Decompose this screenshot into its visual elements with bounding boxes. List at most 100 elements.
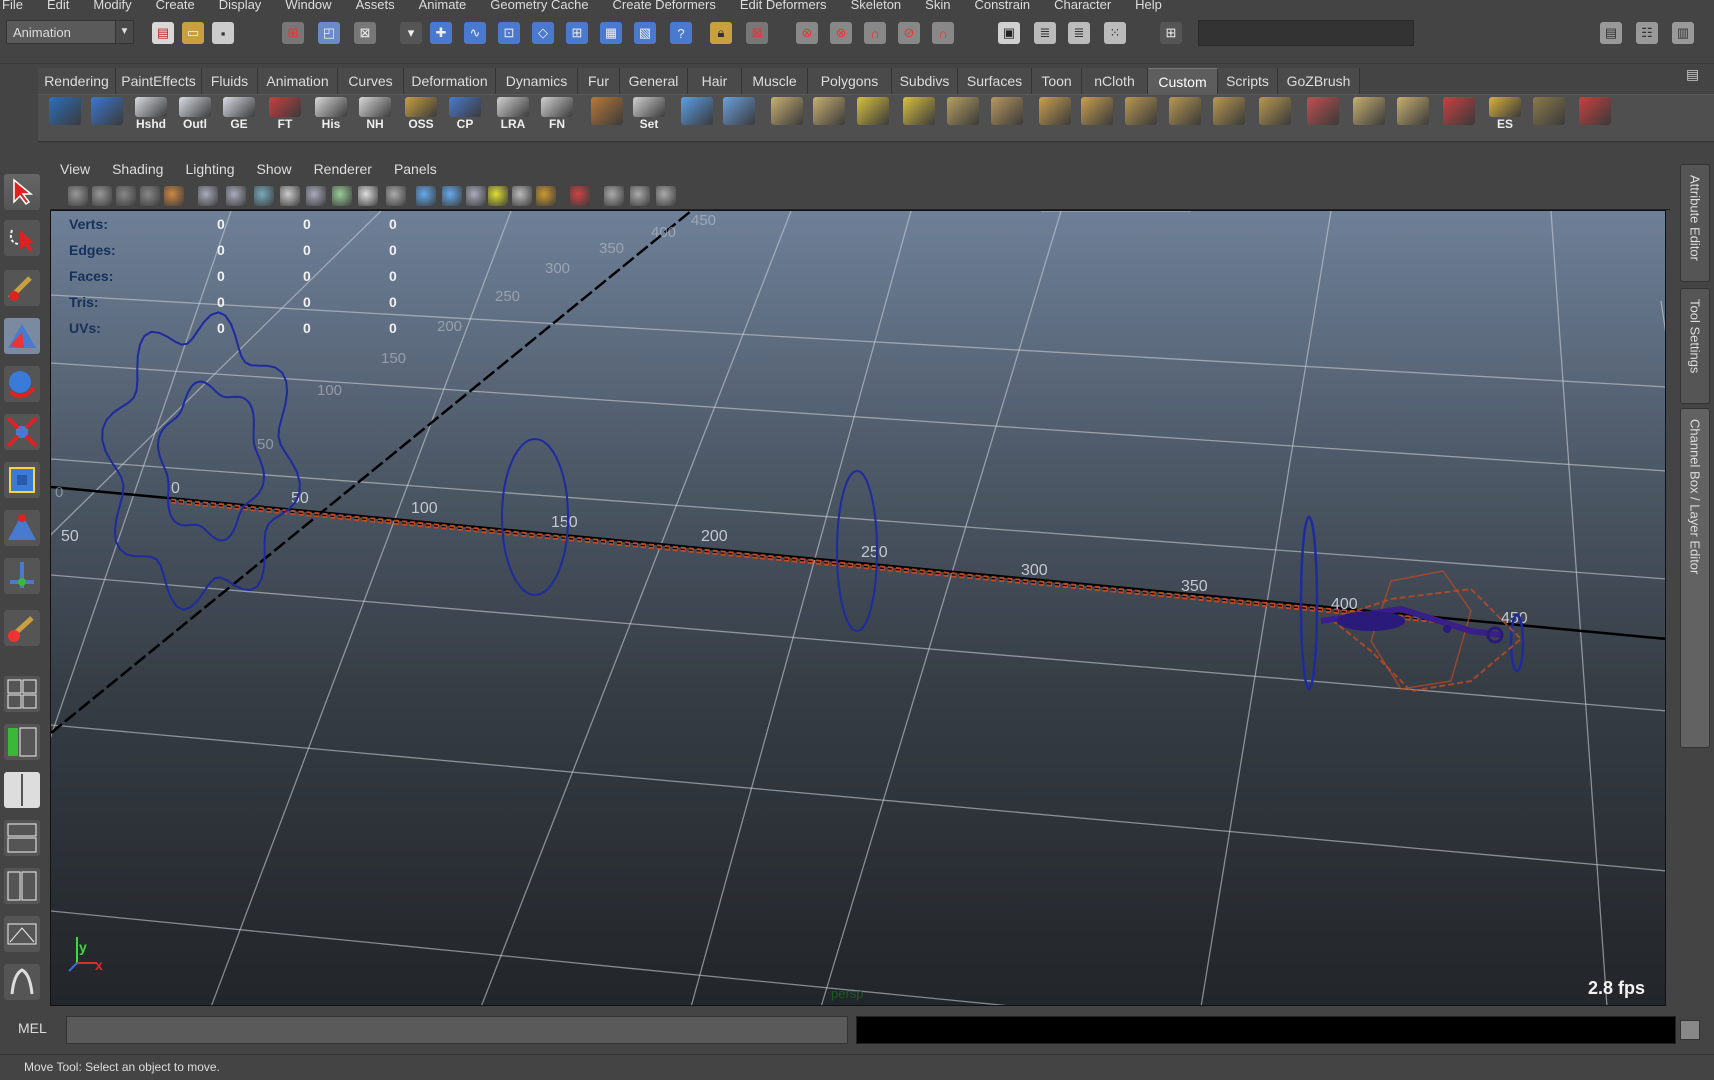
new-scene-icon[interactable]: ▤ xyxy=(152,22,174,44)
layout-outliner-persp-icon[interactable] xyxy=(4,724,40,760)
shelf-tab-scripts[interactable]: Scripts xyxy=(1218,68,1278,94)
make-live-icon[interactable]: ⊞ xyxy=(566,22,588,44)
grid-icon[interactable] xyxy=(198,186,218,206)
menu-edit[interactable]: Edit xyxy=(47,0,69,12)
side-tab-channel-box-layer-editor[interactable]: Channel Box / Layer Editor xyxy=(1680,408,1710,748)
shelf-tab-hair[interactable]: Hair xyxy=(688,68,742,94)
select-history-icon[interactable]: ⊠ xyxy=(746,22,768,44)
shelf-button-paint-brush[interactable] xyxy=(1438,97,1480,141)
move-tool-icon[interactable] xyxy=(4,318,40,354)
menu-help[interactable]: Help xyxy=(1135,0,1162,12)
paint-weights-tool-icon[interactable] xyxy=(4,610,40,646)
shelf-button-poly-wire[interactable] xyxy=(1076,97,1118,141)
select-tool-icon[interactable] xyxy=(4,174,40,210)
layout-two-panes-icon[interactable] xyxy=(4,772,40,808)
isolate-select-icon[interactable] xyxy=(358,186,378,206)
panel-menu-lighting[interactable]: Lighting xyxy=(185,158,234,180)
shelf-button-poly-cone[interactable] xyxy=(1302,97,1344,141)
shelf-button-poly-bevel[interactable] xyxy=(1208,97,1250,141)
last-tool-icon[interactable] xyxy=(4,558,40,594)
shelf-button-shaded-sphere[interactable] xyxy=(1528,97,1570,141)
layout-persp-outliner-icon[interactable] xyxy=(4,916,40,952)
construction-history-icon[interactable]: ⊗ xyxy=(796,22,818,44)
magnet-icon[interactable]: ∩ xyxy=(864,22,886,44)
shelf-button-joint-tool[interactable] xyxy=(676,97,718,141)
camera-attributes-icon[interactable] xyxy=(68,186,88,206)
panel-menu-renderer[interactable]: Renderer xyxy=(314,158,372,180)
backface-icon[interactable] xyxy=(630,186,650,206)
shelf-tab-ncloth[interactable]: nCloth xyxy=(1082,68,1148,94)
menu-display[interactable]: Display xyxy=(219,0,262,12)
panel-menu-show[interactable]: Show xyxy=(257,158,292,180)
wireframe-icon[interactable] xyxy=(386,186,406,206)
film-gate-icon[interactable] xyxy=(226,186,246,206)
maya-logo-icon[interactable] xyxy=(4,964,40,1000)
snap-point-icon[interactable]: ⊡ xyxy=(498,22,520,44)
menu-character[interactable]: Character xyxy=(1054,0,1111,12)
shelf-button-poly-uv[interactable] xyxy=(1348,97,1390,141)
shelf-button-ft[interactable]: FT xyxy=(264,97,306,141)
scale-tool-icon[interactable] xyxy=(4,414,40,450)
shelf-button-poly-edit[interactable] xyxy=(986,97,1028,141)
magnet-2-icon[interactable]: ∩ xyxy=(932,22,954,44)
shelf-button-fn[interactable]: FN xyxy=(536,97,578,141)
grease-pencil-icon[interactable] xyxy=(164,186,184,206)
menu-skeleton[interactable]: Skeleton xyxy=(851,0,902,12)
shelf-button-es[interactable]: ES xyxy=(1484,97,1526,141)
render-settings-icon[interactable]: ⁙ xyxy=(1104,22,1126,44)
shelf-tab-curves[interactable]: Curves xyxy=(338,68,404,94)
shelf-tab-painteffects[interactable]: PaintEffects xyxy=(116,68,202,94)
shelf-button-checkmark[interactable] xyxy=(86,97,128,141)
render-view-icon[interactable]: ▣ xyxy=(998,22,1020,44)
xray-icon[interactable] xyxy=(570,186,590,206)
shelf-button-pivot[interactable] xyxy=(586,97,628,141)
shelf-button-poly-grid[interactable] xyxy=(852,97,894,141)
help-icon[interactable]: ? xyxy=(670,22,692,44)
layout-single-icon[interactable] xyxy=(4,676,40,712)
perspective-viewport[interactable]: 0 50 100 150 200 250 300 350 400 450 0 50 100 150 200 2… xyxy=(50,210,1666,1006)
shelf-tab-rendering[interactable]: Rendering xyxy=(38,68,116,94)
shelf-button-nh[interactable]: NH xyxy=(354,97,396,141)
shelf-tab-surfaces[interactable]: Surfaces xyxy=(958,68,1032,94)
menu-animate[interactable]: Animate xyxy=(419,0,467,12)
shelf-tab-polygons[interactable]: Polygons xyxy=(808,68,892,94)
shelf-button-constraint[interactable] xyxy=(1574,97,1616,141)
shelf-button-his[interactable]: His xyxy=(310,97,352,141)
shadows-icon[interactable] xyxy=(512,186,532,206)
shelf-button-poly-split[interactable] xyxy=(1392,97,1434,141)
selection-mask-icon[interactable]: ▾ xyxy=(400,22,422,44)
lasso-tool-icon[interactable] xyxy=(4,220,40,256)
smooth-shade-icon[interactable] xyxy=(416,186,436,206)
shelf-button-cp[interactable]: CP xyxy=(444,97,486,141)
shelf-tab-deformation[interactable]: Deformation xyxy=(404,68,496,94)
snap-view-plane-icon[interactable]: ◇ xyxy=(532,22,554,44)
shelf-handle[interactable] xyxy=(0,66,34,142)
shelf-tab-custom[interactable]: Custom xyxy=(1148,68,1218,94)
layout-hypershade-icon[interactable] xyxy=(4,868,40,904)
lock-icon[interactable]: 🔒︎ xyxy=(710,22,732,44)
menu-file[interactable]: File xyxy=(2,0,23,12)
menu-assets[interactable]: Assets xyxy=(356,0,395,12)
snap-magnet-icon[interactable]: ▧ xyxy=(634,22,656,44)
rotate-tool-icon[interactable] xyxy=(4,366,40,402)
open-scene-icon[interactable]: ▭ xyxy=(182,22,204,44)
field-chart-icon[interactable] xyxy=(306,186,326,206)
render-current-icon[interactable]: ≣ xyxy=(1034,22,1056,44)
side-tab-attribute-editor[interactable]: Attribute Editor xyxy=(1680,164,1710,282)
menu-constrain[interactable]: Constrain xyxy=(974,0,1030,12)
shelf-menu-icon[interactable]: ▤ xyxy=(1686,66,1702,84)
panel-menu-shading[interactable]: Shading xyxy=(112,158,163,180)
shelf-button-poly-select-2[interactable] xyxy=(808,97,850,141)
wireframe-on-shaded-icon[interactable] xyxy=(604,186,624,206)
select-by-component-icon[interactable]: ⊠ xyxy=(354,22,376,44)
shelf-tab-gozbrush[interactable]: GoZBrush xyxy=(1278,68,1360,94)
manipulator-tool-icon[interactable] xyxy=(4,462,40,498)
shelf-tab-dynamics[interactable]: Dynamics xyxy=(496,68,578,94)
joint-xray-icon[interactable] xyxy=(656,186,676,206)
shelf-button-lra[interactable]: LRA xyxy=(492,97,534,141)
shelf-button-poly-select[interactable] xyxy=(766,97,808,141)
shelf-button-poly-extrude[interactable] xyxy=(1034,97,1076,141)
save-scene-icon[interactable]: ▪ xyxy=(212,22,234,44)
mel-input-field[interactable] xyxy=(66,1016,848,1044)
shelf-tab-general[interactable]: General xyxy=(620,68,688,94)
